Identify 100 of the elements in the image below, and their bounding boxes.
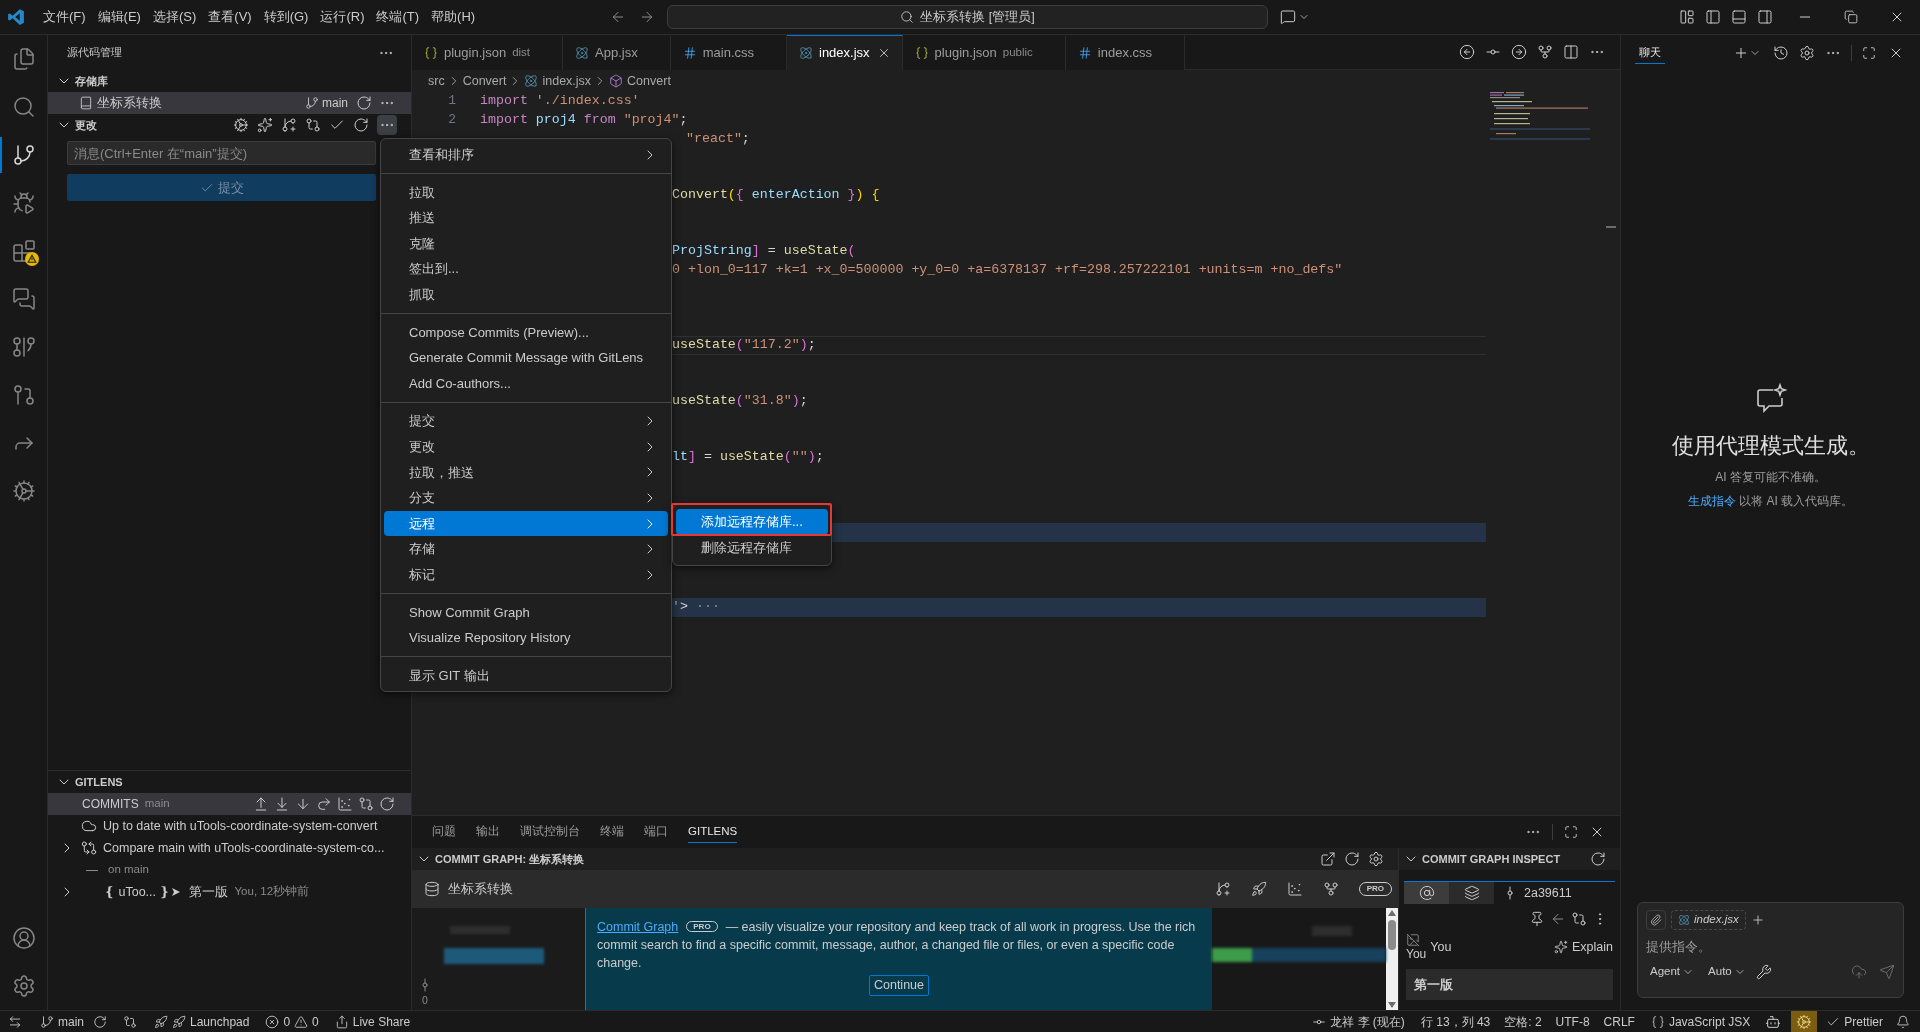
scroll-down-icon[interactable]: [1388, 1002, 1396, 1008]
wrench-icon[interactable]: [1755, 964, 1772, 980]
menu-item[interactable]: 删除远程存储库: [676, 535, 828, 561]
menu-item[interactable]: 查看和排序: [384, 142, 668, 168]
breadcrumb-item[interactable]: Convert: [627, 71, 671, 91]
at-sign-icon[interactable]: [1418, 885, 1435, 901]
scatter-chart-icon[interactable]: [337, 796, 353, 812]
language-status[interactable]: JavaScript JSX: [1645, 1010, 1756, 1032]
panel-tab[interactable]: 调试控制台: [520, 821, 580, 843]
editor-tab[interactable]: plugin.json dist: [412, 35, 564, 70]
git-pull-request-icon[interactable]: [11, 383, 36, 407]
menu-item[interactable]: 抓取: [384, 281, 668, 308]
redo-arrow-icon[interactable]: [316, 796, 332, 812]
problems-status[interactable]: 0 0: [260, 1010, 324, 1032]
menu-bar-item[interactable]: 文件(F): [37, 5, 92, 29]
external-link-icon[interactable]: [1320, 851, 1336, 867]
paperclip-icon[interactable]: [1646, 910, 1666, 930]
repo-row[interactable]: 坐标系转换 main: [48, 92, 411, 114]
rocket-icon[interactable]: [1250, 881, 1267, 897]
settings-icon[interactable]: [11, 974, 36, 998]
author-status[interactable]: 龙祥 李 (现在): [1307, 1010, 1410, 1032]
cog-icon[interactable]: [233, 117, 249, 133]
section-title[interactable]: GITLENS: [75, 773, 123, 791]
menu-item[interactable]: 分支: [384, 485, 668, 511]
refresh-icon[interactable]: [353, 117, 369, 133]
refresh-icon[interactable]: [1590, 851, 1606, 867]
database-icon[interactable]: [424, 881, 440, 897]
launchpad-status[interactable]: Launchpad: [149, 1010, 255, 1032]
account-icon[interactable]: [11, 926, 36, 950]
files-icon[interactable]: [11, 47, 36, 71]
tree-item-label[interactable]: Compare main with uTools-coordinate-system-co...: [103, 838, 385, 858]
menu-item[interactable]: 拉取: [384, 179, 668, 206]
menu-item[interactable]: Compose Commits (Preview)...: [384, 319, 668, 346]
menu-item[interactable]: 标记: [384, 561, 668, 588]
send-icon[interactable]: [1879, 964, 1895, 980]
search-icon[interactable]: [11, 95, 36, 119]
messages-icon[interactable]: [11, 287, 36, 311]
layers-icon[interactable]: [1463, 885, 1480, 901]
git-compare-icon[interactable]: [123, 1014, 137, 1029]
chat-input-box[interactable]: index.jsx 提供指令。 Agent Auto: [1637, 902, 1904, 998]
menu-bar-item[interactable]: 查看(V): [202, 5, 258, 29]
menu-bar-item[interactable]: 帮助(H): [425, 5, 482, 29]
repo-name[interactable]: 坐标系转换: [448, 879, 513, 899]
git-fork-icon[interactable]: [1322, 881, 1339, 897]
menu-item[interactable]: 克隆: [384, 230, 668, 257]
menu-item[interactable]: 存储: [384, 536, 668, 562]
maximize-icon[interactable]: [1862, 45, 1876, 60]
breadcrumb-item[interactable]: Convert: [462, 71, 507, 91]
menu-bar-item[interactable]: 终端(T): [370, 5, 426, 29]
cloud-upload-icon[interactable]: [1851, 964, 1867, 980]
chat-tab[interactable]: 聊天: [1635, 41, 1665, 64]
sync-icon[interactable]: [93, 1014, 107, 1029]
git-fork-icon[interactable]: [1537, 44, 1553, 60]
split-editor-icon[interactable]: [1563, 44, 1579, 60]
panel-right-icon[interactable]: [1757, 9, 1773, 25]
section-title[interactable]: 更改: [75, 116, 97, 134]
continue-button[interactable]: Continue: [868, 975, 929, 996]
editor-tab[interactable]: index.css: [1065, 35, 1185, 70]
explain-link[interactable]: Explain: [1572, 937, 1613, 957]
panel-tab[interactable]: 问题: [432, 821, 456, 843]
breadcrumb-item[interactable]: index.jsx: [542, 71, 592, 91]
menu-bar-item[interactable]: 转到(G): [257, 5, 315, 29]
git-branch-icon[interactable]: [11, 143, 36, 167]
bot-icon[interactable]: [1765, 1013, 1782, 1030]
scroll-thumb[interactable]: [1388, 920, 1396, 950]
menu-item[interactable]: 拉取，推送: [384, 459, 668, 486]
panel-bottom-icon[interactable]: [1731, 9, 1747, 25]
scroll-up-icon[interactable]: [1388, 910, 1396, 916]
editor-tab[interactable]: plugin.json public: [902, 35, 1066, 70]
prettier-status[interactable]: Prettier: [1821, 1010, 1888, 1032]
chat-icon[interactable]: [1280, 9, 1296, 25]
inspect-tab[interactable]: [1404, 882, 1449, 904]
plus-icon[interactable]: [1750, 913, 1765, 927]
git-compare-icon[interactable]: [358, 796, 374, 812]
cog-icon[interactable]: [11, 479, 36, 503]
menu-item[interactable]: 远程: [384, 510, 668, 537]
settings-icon[interactable]: [1799, 44, 1815, 61]
menu-item[interactable]: 添加远程存储库...: [676, 509, 828, 535]
branch-status[interactable]: main: [35, 1010, 89, 1032]
git-branch-plus-icon[interactable]: [1214, 881, 1231, 897]
restore-icon[interactable]: [1844, 10, 1858, 24]
instructions-link[interactable]: 生成指令: [1687, 494, 1736, 508]
git-compare-icon[interactable]: [305, 117, 321, 133]
menu-item[interactable]: 更改: [384, 433, 668, 460]
panel-left-icon[interactable]: [1705, 9, 1721, 25]
editor-tab[interactable]: App.jsx: [563, 35, 671, 70]
menu-item[interactable]: 推送: [384, 205, 668, 231]
inspect-tab[interactable]: [1449, 882, 1494, 904]
menu-item[interactable]: Visualize Repository History: [384, 625, 668, 651]
circle-arrow-left-icon[interactable]: [1459, 44, 1475, 60]
git-branch-plus-icon[interactable]: [281, 117, 297, 133]
refresh-icon[interactable]: [379, 796, 395, 812]
circle-arrow-right-icon[interactable]: [1511, 44, 1527, 60]
cog-icon[interactable]: [1791, 1010, 1818, 1032]
eol-status[interactable]: CRLF: [1598, 1010, 1640, 1032]
blocks-icon[interactable]: [11, 239, 36, 263]
menu-item[interactable]: Show Commit Graph: [384, 599, 668, 626]
cursor-position-status[interactable]: 行 13，列 43: [1415, 1010, 1496, 1032]
tree-item-label[interactable]: Up to date with uTools-coordinate-system-convert: [103, 816, 378, 836]
menu-item[interactable]: 显示 GIT 输出: [384, 662, 668, 689]
